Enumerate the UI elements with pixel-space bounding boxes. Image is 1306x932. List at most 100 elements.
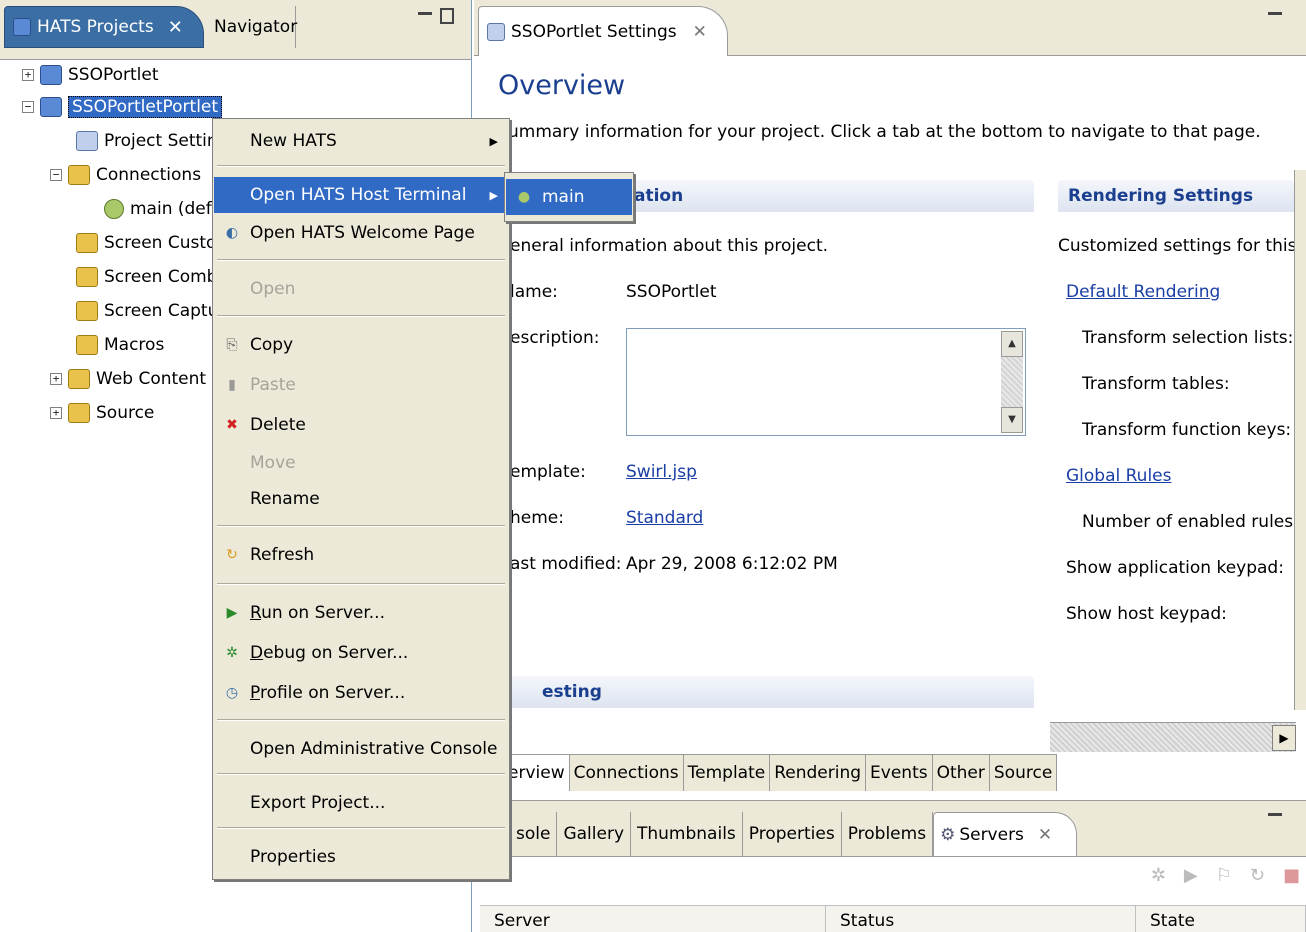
column-state[interactable]: State (1136, 905, 1306, 932)
debug-server-icon[interactable]: ✲ (1151, 865, 1166, 886)
folder-icon (68, 403, 90, 423)
hats-projects-icon (13, 18, 31, 36)
menu-item-export-project[interactable]: Export Project... (214, 785, 508, 821)
collapse-icon[interactable]: − (50, 169, 62, 181)
tab-servers-label: Servers (959, 824, 1024, 845)
editor-tab-label: SSOPortlet Settings (511, 21, 677, 42)
enabled-rules-label: Number of enabled rules: (1082, 512, 1299, 532)
description-field[interactable]: ▲ ▼ (626, 328, 1026, 436)
menu-item-rename[interactable]: Rename (214, 481, 508, 517)
expand-icon[interactable]: + (50, 373, 62, 385)
tab-connections[interactable]: Connections (569, 755, 684, 791)
minimize-icon[interactable] (1268, 813, 1282, 827)
tab-source[interactable]: Source (989, 755, 1058, 791)
tree-item-screen-combinations[interactable]: Screen Combir (76, 262, 229, 292)
tree-item-main-connection[interactable]: main (defa (104, 194, 222, 224)
horizontal-scrollbar[interactable]: ▶ (1050, 722, 1296, 752)
tab-overview[interactable]: erview (504, 755, 570, 791)
close-icon[interactable]: ✕ (168, 17, 183, 38)
tree-item-project-settings[interactable]: Project Setting (76, 126, 228, 156)
connection-icon (104, 199, 124, 219)
tree-item-screen-customizations[interactable]: Screen Custor (76, 228, 223, 258)
tab-thumbnails[interactable]: Thumbnails (631, 812, 743, 856)
tab-ssoportlet-settings[interactable]: SSOPortlet Settings ✕ (478, 6, 728, 56)
scroll-right-icon[interactable]: ▶ (1272, 725, 1296, 751)
tree-item-connections[interactable]: − Connections (50, 160, 201, 190)
close-icon[interactable]: ✕ (1038, 825, 1052, 845)
tab-events[interactable]: Events (866, 755, 933, 791)
tab-hats-projects[interactable]: HATS Projects ✕ (4, 6, 204, 48)
menu-item-properties[interactable]: Properties (214, 839, 508, 875)
theme-link[interactable]: Standard (626, 508, 703, 528)
tab-gallery[interactable]: Gallery (557, 812, 631, 856)
column-server[interactable]: Server (480, 905, 826, 932)
menu-item-open[interactable]: Open (214, 271, 508, 307)
testing-header[interactable]: esting (504, 676, 1034, 708)
menu-item-copy[interactable]: ⎘ Copy (214, 327, 508, 363)
menu-item-move[interactable]: Move (214, 445, 508, 481)
name-value: SSOPortlet (626, 282, 717, 302)
minimize-icon[interactable] (1268, 12, 1282, 26)
maximize-icon[interactable] (440, 8, 454, 24)
paste-icon: ▮ (228, 377, 236, 393)
menu-item-debug-on-server[interactable]: ✲ Debug on Server... (214, 635, 508, 671)
section-title: ation (634, 186, 684, 206)
tree-item-ssoportlet[interactable]: + SSOPortlet (22, 60, 159, 90)
menu-separator (217, 165, 505, 167)
submenu-item-main[interactable]: ● main (506, 179, 632, 215)
profile-server-icon[interactable]: ⚐ (1216, 865, 1232, 886)
menu-item-welcome-page[interactable]: ◐ Open HATS Welcome Page (214, 215, 508, 251)
tab-template[interactable]: Template (683, 755, 771, 791)
rendering-settings-header[interactable]: Rendering Settings (1058, 180, 1294, 212)
tab-servers[interactable]: ⚙ Servers ✕ (933, 812, 1078, 856)
close-icon[interactable]: ✕ (693, 22, 707, 42)
menu-item-label: Properties (250, 847, 336, 867)
menu-item-label: Open (250, 279, 296, 299)
menu-item-delete[interactable]: ✖ Delete (214, 407, 508, 443)
tree-item-source[interactable]: + Source (50, 398, 154, 428)
tab-navigator[interactable]: Navigator (204, 6, 297, 48)
collapse-icon[interactable]: − (22, 101, 34, 113)
menu-separator (217, 583, 505, 585)
settings-editor: SSOPortlet Settings ✕ Overview ummary in… (474, 0, 1306, 798)
scroll-down-icon[interactable]: ▼ (1001, 407, 1023, 433)
scrollbar-track[interactable] (1001, 357, 1023, 407)
tree-item-ssoportletportlet[interactable]: − SSOPortletPortlet (22, 92, 223, 122)
menu-item-label: New HATS (250, 131, 337, 151)
menu-item-open-host-terminal[interactable]: Open HATS Host Terminal ▶ (214, 177, 508, 213)
tab-other[interactable]: Other (932, 755, 990, 791)
menu-item-refresh[interactable]: ↻ Refresh (214, 537, 508, 573)
menu-item-run-on-server[interactable]: ▶ Run on Server... (214, 595, 508, 631)
profile-server-icon: ◷ (225, 685, 239, 701)
tree-item-screen-captures[interactable]: Screen Captur (76, 296, 225, 326)
tree-item-web-content[interactable]: + Web Content (50, 364, 206, 394)
vertical-scrollbar[interactable] (1294, 170, 1306, 710)
menu-item-paste[interactable]: ▮ Paste (214, 367, 508, 403)
global-rules-link[interactable]: Global Rules (1066, 466, 1172, 486)
menu-item-profile-on-server[interactable]: ◷ Profile on Server... (214, 675, 508, 711)
host-terminal-submenu: ● main (504, 172, 634, 222)
start-server-icon[interactable]: ▶ (1184, 865, 1198, 886)
menu-item-new-hats[interactable]: New HATS ▶ (214, 123, 508, 159)
column-status[interactable]: Status (826, 905, 1136, 932)
tree-item-macros[interactable]: Macros (76, 330, 164, 360)
bottom-panel: sole Gallery Thumbnails Properties Probl… (474, 800, 1306, 932)
menu-item-label: Open HATS Welcome Page (250, 223, 475, 243)
name-label: lame: (510, 282, 558, 302)
expand-icon[interactable]: + (22, 69, 34, 81)
default-rendering-link[interactable]: Default Rendering (1066, 282, 1220, 302)
scroll-up-icon[interactable]: ▲ (1001, 331, 1023, 357)
menu-separator (217, 259, 505, 261)
stop-server-icon[interactable]: ■ (1283, 865, 1300, 886)
template-link[interactable]: Swirl.jsp (626, 462, 697, 482)
minimize-icon[interactable] (418, 12, 432, 26)
tab-console[interactable]: sole (510, 812, 558, 856)
tab-properties[interactable]: Properties (743, 812, 842, 856)
tab-rendering[interactable]: Rendering (770, 755, 867, 791)
tree-item-label: Screen Combir (104, 267, 230, 287)
restart-server-icon[interactable]: ↻ (1250, 865, 1265, 886)
tab-problems[interactable]: Problems (842, 812, 934, 856)
transform-tables-label: Transform tables: (1082, 374, 1230, 394)
expand-icon[interactable]: + (50, 407, 62, 419)
menu-item-admin-console[interactable]: Open Administrative Console (214, 731, 508, 767)
